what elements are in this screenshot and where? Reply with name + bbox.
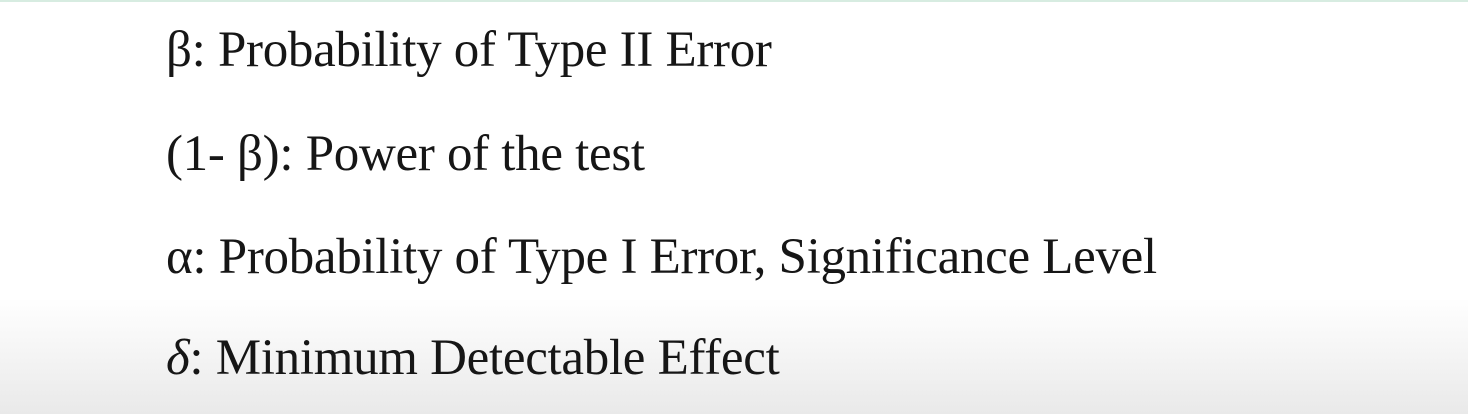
definition-symbol-power: (1- β) (166, 126, 280, 182)
definition-alpha: α: Probability of Type I Error, Signific… (166, 227, 1157, 287)
definition-symbol-delta: δ (166, 330, 190, 386)
definition-delta: δ: Minimum Detectable Effect (166, 328, 780, 388)
definition-description-delta: Minimum Detectable Effect (215, 330, 780, 386)
definitions-list: β: Probability of Type II Error (1- β): … (166, 0, 1456, 414)
definition-separator: : (191, 22, 218, 78)
definition-separator: : (189, 330, 216, 386)
definition-beta: β: Probability of Type II Error (166, 20, 772, 80)
definition-description-power: Power of the test (305, 126, 645, 182)
definition-power: (1- β): Power of the test (166, 124, 645, 184)
definition-symbol-alpha: α (166, 229, 193, 285)
definition-symbol-beta: β (166, 22, 192, 78)
definition-description-alpha: Probability of Type I Error, Significanc… (218, 229, 1157, 285)
definition-separator: : (279, 126, 306, 182)
definition-description-beta: Probability of Type II Error (217, 22, 772, 78)
definition-separator: : (192, 229, 219, 285)
